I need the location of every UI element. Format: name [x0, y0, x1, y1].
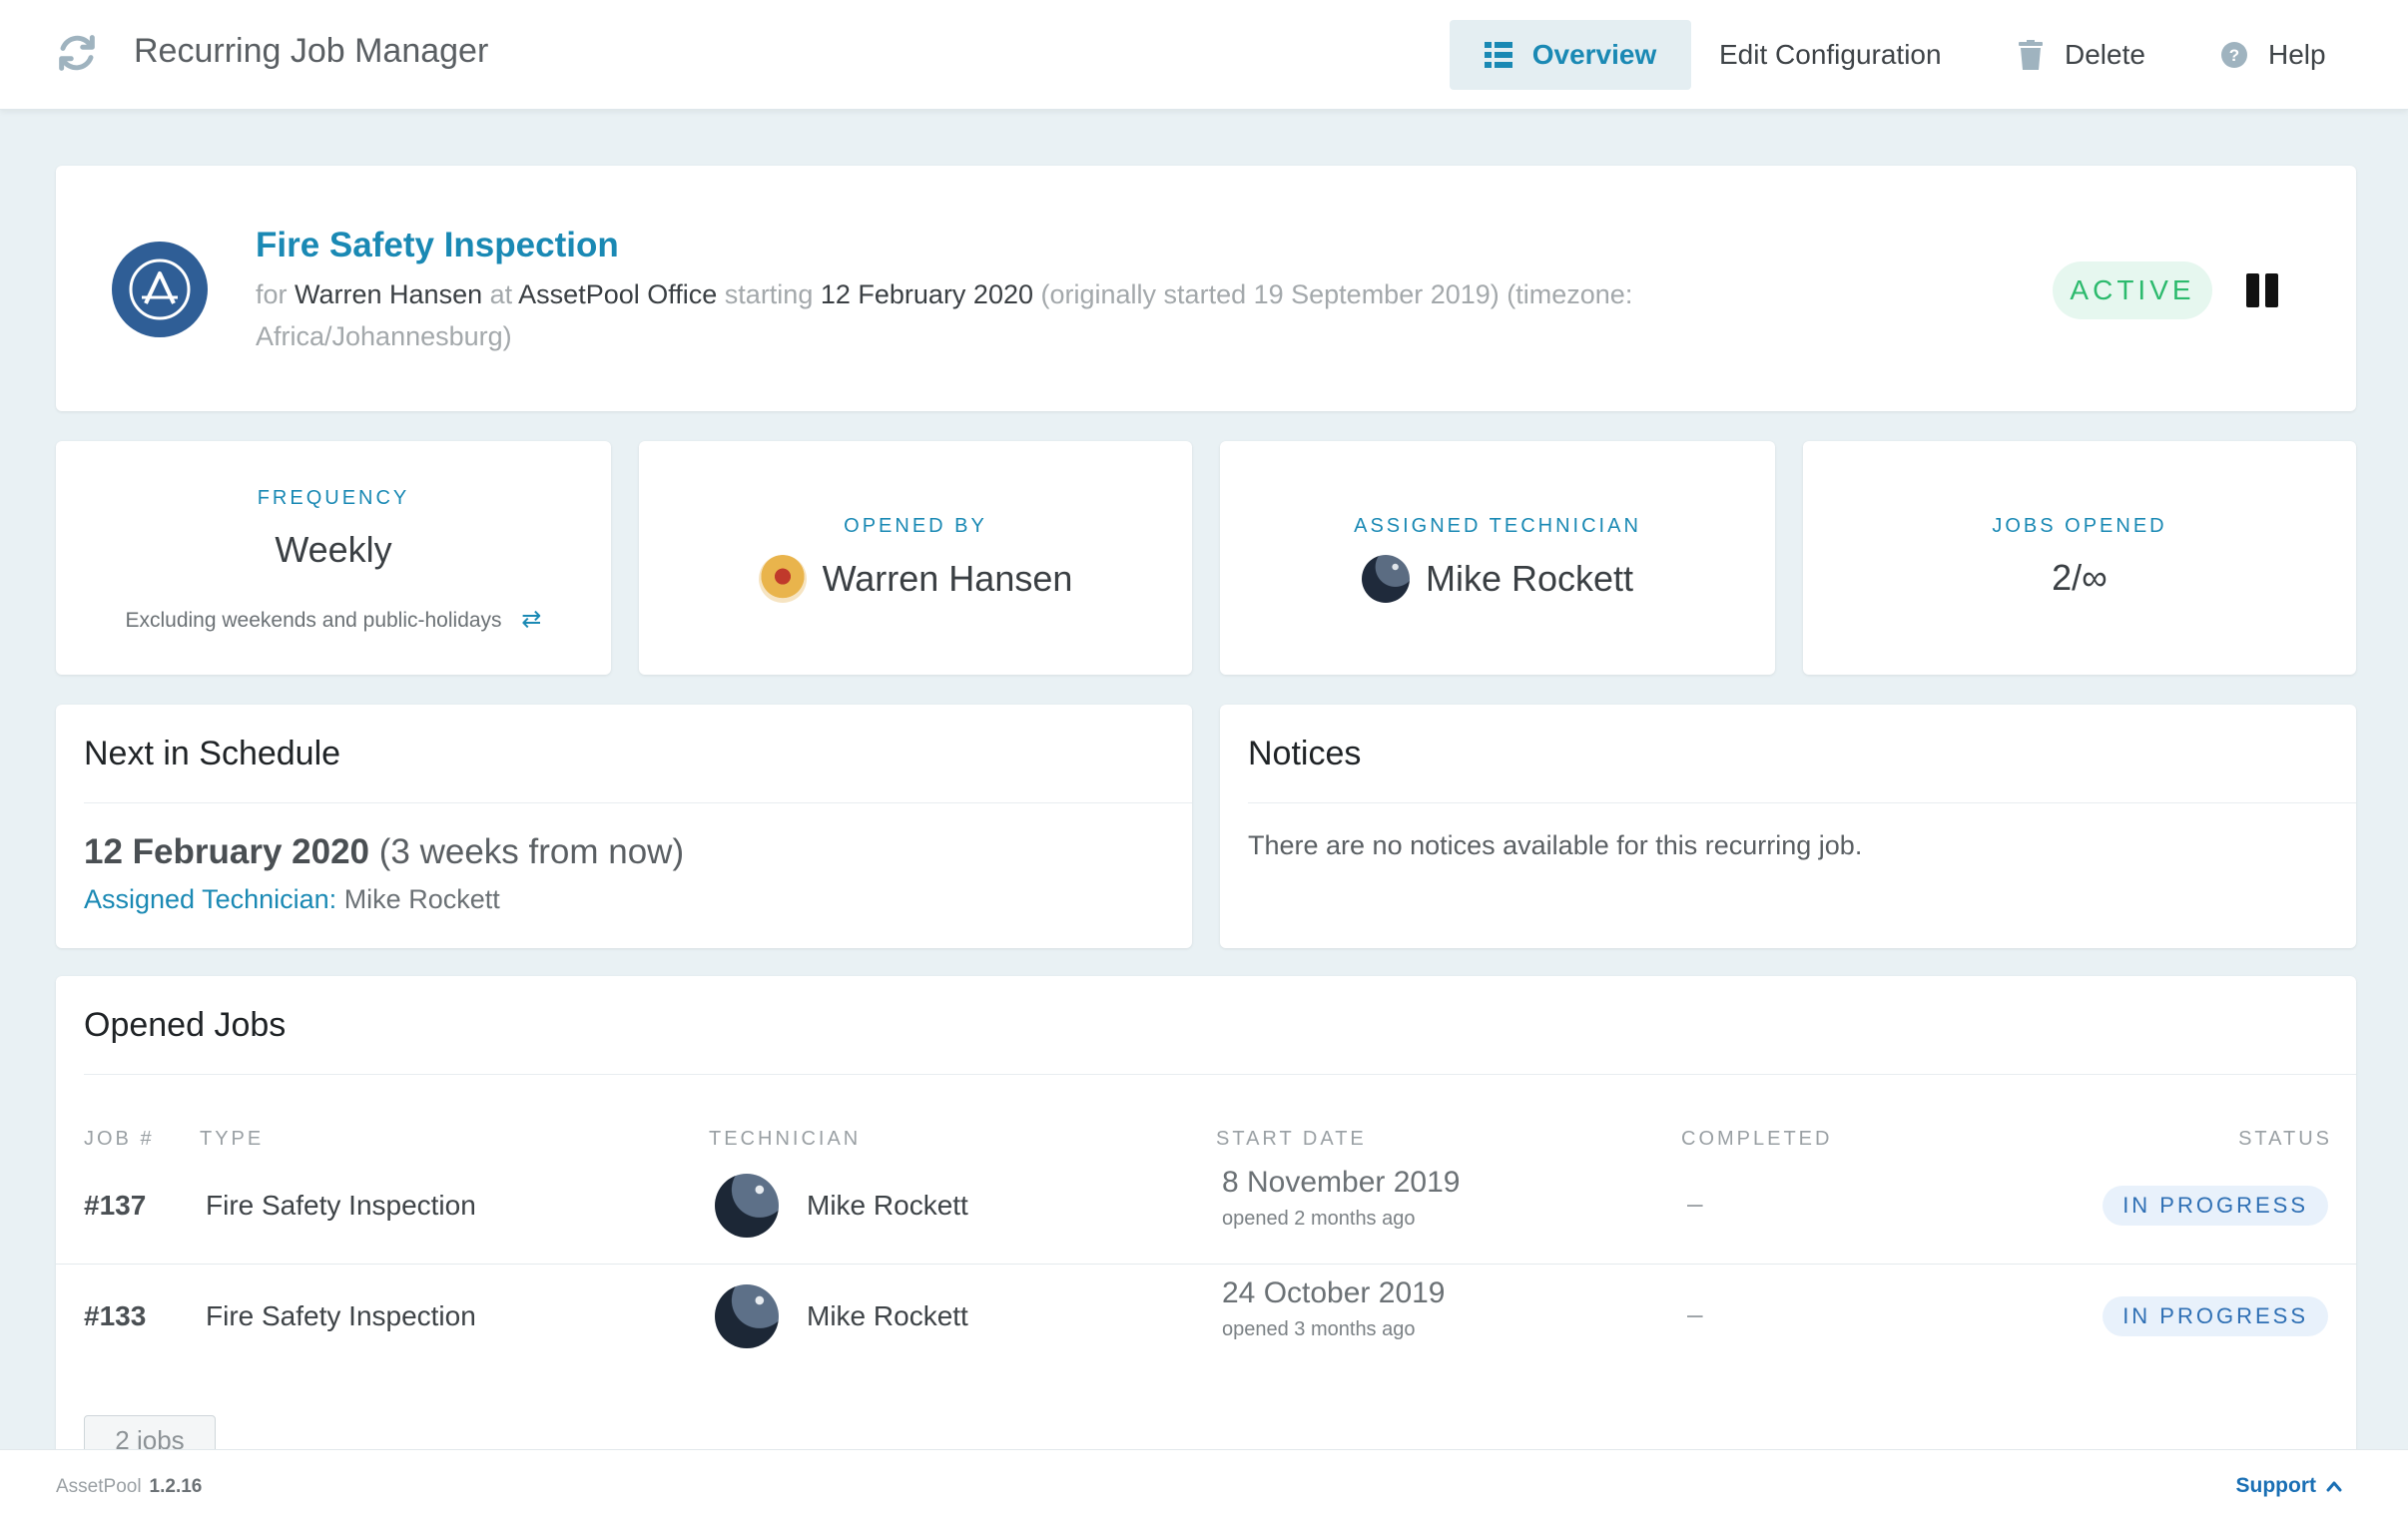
job-technician: Mike Rockett: [807, 1300, 968, 1331]
job-number[interactable]: #133: [84, 1300, 146, 1332]
chevron-up-icon: [2326, 1481, 2342, 1492]
next-in-schedule-card: Next in Schedule 12 February 2020 (3 wee…: [56, 705, 1192, 948]
status-badge: ACTIVE: [2053, 261, 2212, 319]
table-row[interactable]: #133 Fire Safety Inspection Mike Rockett…: [56, 1264, 2356, 1373]
notices-empty-text: There are no notices available for this …: [1248, 830, 1863, 860]
opened-by-card: OPENED BY Warren Hansen: [639, 441, 1192, 675]
status-badge: IN PROGRESS: [2103, 1186, 2328, 1226]
avatar: [715, 1174, 779, 1238]
frequency-value: Weekly: [275, 529, 392, 570]
status-badge: IN PROGRESS: [2103, 1296, 2328, 1336]
delete-label: Delete: [2065, 39, 2145, 70]
column-header-status[interactable]: STATUS: [2238, 1128, 2332, 1151]
refresh-icon: [59, 35, 95, 71]
job-title: Fire Safety Inspection: [256, 226, 619, 264]
technician-name: Mike Rockett: [1425, 558, 1634, 599]
job-opened-ago: opened 3 months ago: [1222, 1318, 1416, 1340]
divider: [1248, 802, 2356, 803]
help-label: Help: [2268, 39, 2326, 70]
opened-by-label: OPENED BY: [844, 515, 987, 537]
tab-overview-label: Overview: [1531, 39, 1657, 70]
job-completed: –: [1687, 1188, 1703, 1219]
schedule-technician: Assigned Technician: Mike Rockett: [84, 884, 500, 915]
table-row[interactable]: #137 Fire Safety Inspection Mike Rockett…: [56, 1154, 2356, 1264]
divider: [84, 1074, 2356, 1075]
job-opened-ago: opened 2 months ago: [1222, 1208, 1416, 1230]
schedule-date-value: 12 February 2020: [84, 832, 370, 871]
opened-by-name: Warren Hansen: [822, 558, 1073, 599]
job-start: 24 October 2019 opened 3 months ago: [1222, 1276, 1446, 1341]
job-summary-card: Fire Safety Inspection for Warren Hansen…: [56, 166, 2356, 411]
tab-edit-label: Edit Configuration: [1719, 39, 1942, 70]
delete-button[interactable]: Delete: [2017, 20, 2145, 90]
column-header-job[interactable]: JOB #: [84, 1128, 155, 1151]
job-owner: Warren Hansen: [295, 279, 483, 309]
notices-title: Notices: [1248, 735, 1362, 772]
opened-by-person[interactable]: Warren Hansen: [639, 555, 1192, 603]
schedule-title: Next in Schedule: [84, 735, 341, 772]
job-type: Fire Safety Inspection: [206, 1300, 476, 1331]
job-technician: Mike Rockett: [807, 1190, 968, 1221]
job-completed: –: [1687, 1298, 1703, 1329]
list-icon: [1484, 42, 1512, 68]
jobs-opened-value: 2/∞: [2052, 557, 2107, 598]
job-details: for Warren Hansen at AssetPool Office st…: [256, 273, 1753, 357]
avatar: [715, 1284, 779, 1348]
opened-jobs-title: Opened Jobs: [84, 1006, 287, 1044]
tab-edit-configuration[interactable]: Edit Configuration: [1719, 20, 1942, 90]
frequency-card: FREQUENCY Weekly Excluding weekends and …: [56, 441, 611, 675]
job-start-date: 8 November 2019: [1222, 1166, 1461, 1199]
technician-person[interactable]: Mike Rockett: [1220, 555, 1775, 603]
avatar: [1361, 555, 1410, 603]
pause-icon: [2246, 273, 2259, 307]
job-start: 8 November 2019 opened 2 months ago: [1222, 1166, 1460, 1231]
app-title: Recurring Job Manager: [134, 32, 489, 70]
job-site: AssetPool Office: [518, 279, 718, 309]
starting-word: starting: [724, 279, 814, 309]
swap-icon[interactable]: ⇄: [521, 606, 541, 633]
column-header-completed[interactable]: COMPLETED: [1681, 1128, 1832, 1151]
opened-jobs-card: Opened Jobs JOB # TYPE TECHNICIAN START …: [56, 976, 2356, 1495]
support-label: Support: [2235, 1474, 2316, 1497]
help-button[interactable]: ? Help: [2220, 20, 2326, 90]
schedule-tech-value: Mike Rockett: [343, 884, 500, 914]
brand-name: AssetPool: [56, 1476, 142, 1497]
schedule-date: 12 February 2020 (3 weeks from now): [84, 832, 684, 872]
pause-button[interactable]: [2246, 273, 2280, 307]
frequency-label: FREQUENCY: [257, 487, 410, 509]
svg-text:?: ?: [2229, 46, 2239, 65]
trash-icon: [2017, 40, 2045, 70]
notices-card: Notices There are no notices available f…: [1220, 705, 2356, 948]
job-start-date: 24 October 2019: [1222, 1276, 1446, 1309]
frequency-note: Excluding weekends and public-holidays ⇄: [56, 605, 611, 634]
job-start-date: 12 February 2020: [820, 279, 1033, 309]
frequency-note-text: Excluding weekends and public-holidays: [125, 609, 502, 632]
column-header-technician[interactable]: TECHNICIAN: [709, 1128, 861, 1151]
technician-label: ASSIGNED TECHNICIAN: [1354, 515, 1641, 537]
column-header-type[interactable]: TYPE: [200, 1128, 264, 1151]
support-button[interactable]: Support: [2236, 1474, 2342, 1498]
help-icon: ?: [2220, 41, 2248, 69]
at-word: at: [489, 279, 513, 309]
top-bar: Recurring Job Manager Overview Edit Conf…: [0, 0, 2408, 110]
footer: AssetPool 1.2.16 Support: [0, 1449, 2408, 1519]
column-header-start-date[interactable]: START DATE: [1216, 1128, 1367, 1151]
avatar: [758, 555, 807, 603]
schedule-relative: (3 weeks from now): [378, 832, 685, 871]
footer-brand: AssetPool 1.2.16: [56, 1476, 202, 1498]
divider: [84, 802, 1192, 803]
job-type: Fire Safety Inspection: [206, 1190, 476, 1221]
jobs-opened-card: JOBS OPENED 2/∞: [1803, 441, 2356, 675]
assetpool-logo: [112, 242, 208, 337]
jobs-opened-label: JOBS OPENED: [1992, 515, 2167, 537]
schedule-tech-label: Assigned Technician:: [84, 884, 337, 914]
for-word: for: [256, 279, 288, 309]
tab-overview[interactable]: Overview: [1450, 20, 1691, 90]
version: 1.2.16: [149, 1476, 203, 1497]
job-number[interactable]: #137: [84, 1190, 146, 1222]
pause-icon-bar: [2265, 273, 2278, 307]
technician-card: ASSIGNED TECHNICIAN Mike Rockett: [1220, 441, 1775, 675]
